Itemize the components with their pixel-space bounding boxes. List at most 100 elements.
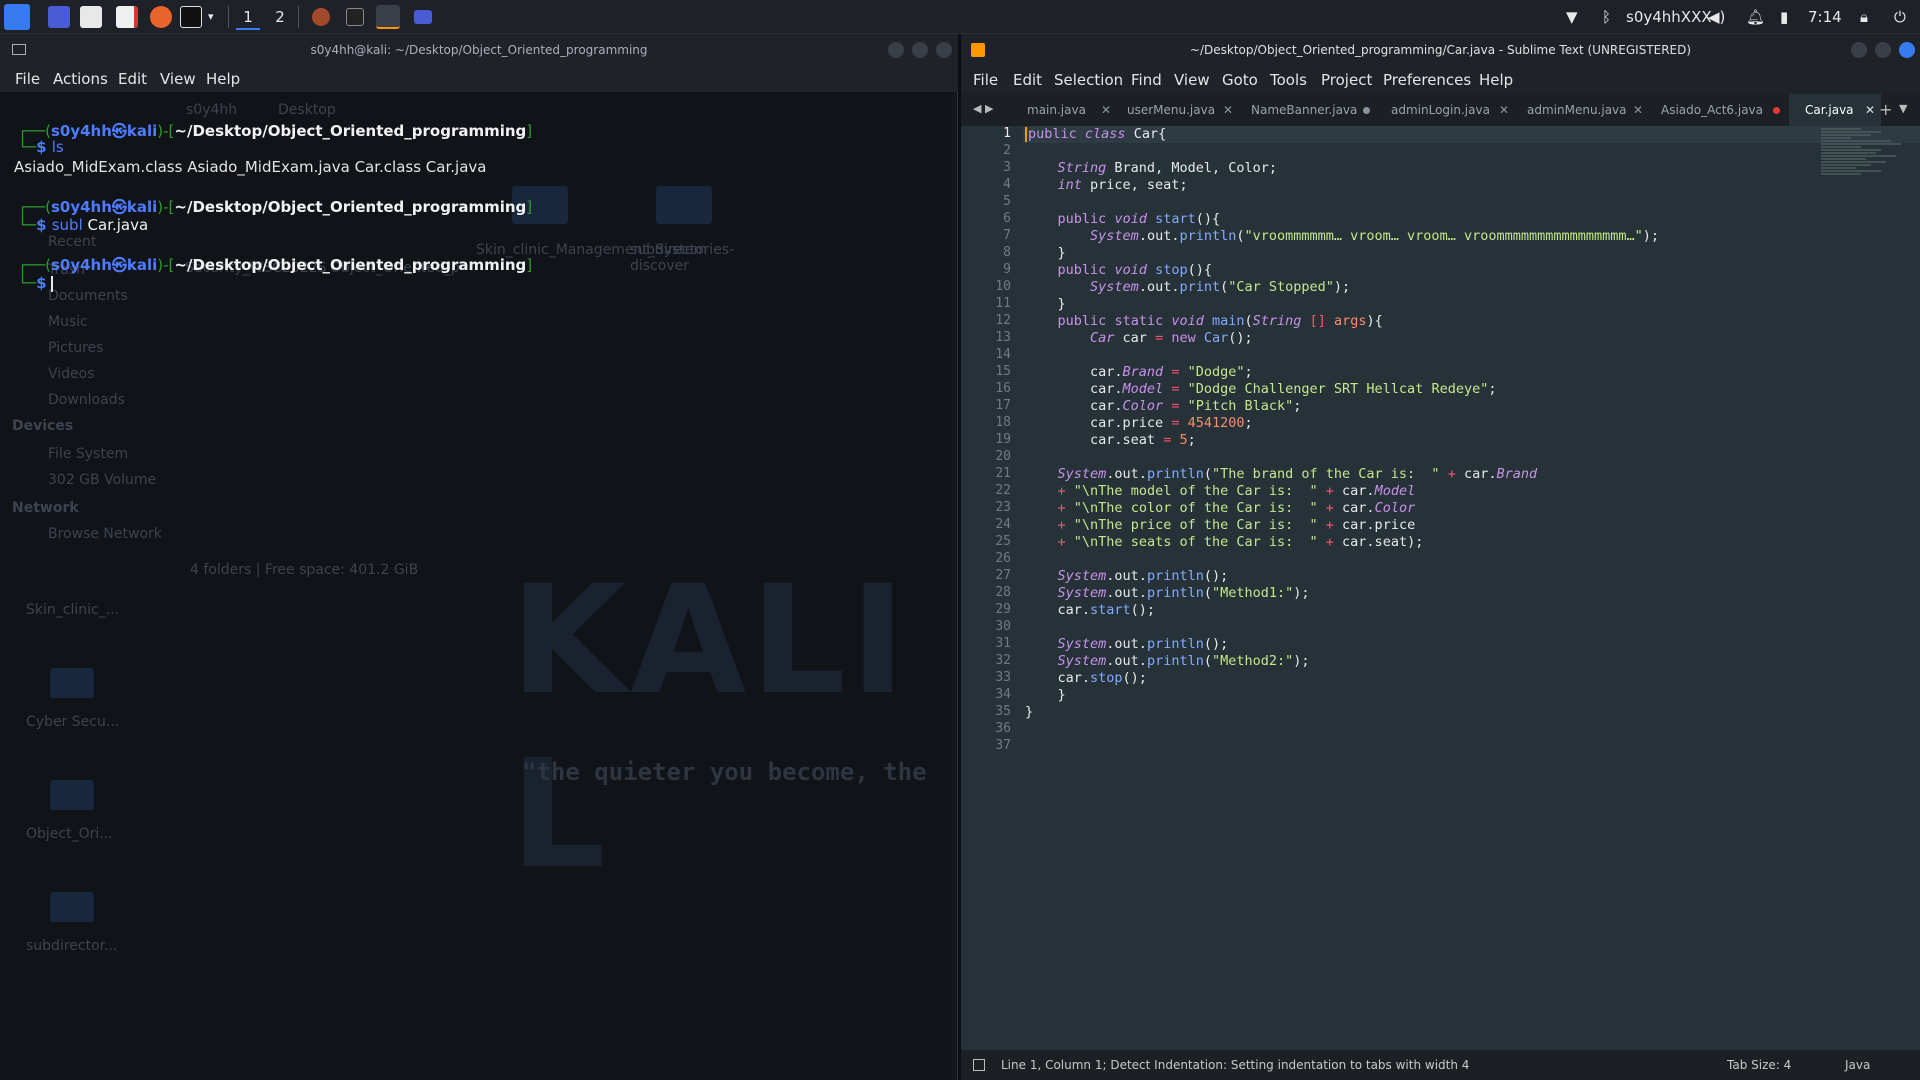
maximize-button[interactable] (1875, 42, 1891, 58)
token: public (1057, 262, 1107, 278)
tab-namebanner-java[interactable]: NameBanner.java (1239, 94, 1379, 126)
token: .out. (1106, 568, 1147, 584)
tab-close-icon[interactable]: ✕ (1101, 94, 1111, 126)
menu-find[interactable]: Find (1131, 71, 1162, 89)
tab-adminlogin-java[interactable]: adminLogin.java ✕ (1379, 94, 1515, 126)
tab-usermenu-java[interactable]: userMenu.java ✕ (1115, 94, 1239, 126)
tab-car-java[interactable]: Car.java ✕ (1789, 94, 1881, 126)
tab-main-java[interactable]: main.java ✕ (1015, 94, 1115, 126)
tab-dirty-icon[interactable] (1773, 107, 1780, 114)
tab-close-icon[interactable]: ✕ (1223, 94, 1233, 126)
tab-nav-right-icon[interactable]: ▶ (985, 102, 993, 115)
status-text: Line 1, Column 1; Detect Indentation: Se… (1001, 1058, 1470, 1072)
terminal-icon[interactable] (180, 6, 202, 28)
minimize-button[interactable] (1851, 42, 1867, 58)
code-editor[interactable]: 1 2 3 4 5 6 7 8 9 10 11 12 13 14 15 16 17 18 19 20 21 22 23 24 2… (961, 126, 1920, 1050)
battery-icon[interactable]: ▮ (1780, 0, 1788, 34)
line-number: 35 (995, 704, 1011, 719)
power-icon[interactable]: ⏻ (1894, 0, 1906, 34)
tab-close-icon[interactable]: ✕ (1499, 94, 1509, 126)
workspace-2[interactable]: 2 (268, 6, 292, 28)
window-task-icon[interactable] (414, 10, 432, 24)
menu-project[interactable]: Project (1321, 71, 1372, 89)
maximize-button[interactable] (912, 42, 928, 58)
menu-preferences[interactable]: Preferences (1383, 71, 1471, 89)
lock-icon[interactable]: 🔒︎ (1860, 0, 1868, 34)
tab-nav-left-icon[interactable]: ◀ (973, 102, 981, 115)
prompt-dollar: $ (36, 274, 47, 292)
panel-toggle-icon[interactable] (973, 1059, 985, 1071)
tab-adminmenu-java[interactable]: adminMenu.java ✕ (1515, 94, 1649, 126)
firefox-icon[interactable] (150, 6, 172, 28)
token: Model (1122, 381, 1164, 397)
line-number: 3 (1003, 160, 1011, 175)
token: ; (1244, 415, 1253, 431)
editor-icon[interactable] (116, 6, 138, 28)
username-label[interactable]: s0y4hhXXX (1626, 0, 1712, 34)
token: main (1212, 313, 1245, 329)
tab-list-chevron-icon[interactable]: ▼ (1899, 102, 1907, 115)
token: + (1057, 517, 1066, 533)
syntax-indicator[interactable]: Java (1845, 1050, 1870, 1080)
kali-logo-wallpaper: KALI L (510, 554, 910, 902)
bell-icon[interactable]: 🔔︎ (1746, 0, 1765, 34)
close-button[interactable] (936, 42, 952, 58)
workspace-1[interactable]: 1 (236, 6, 260, 30)
tab-close-icon[interactable]: ✕ (1865, 94, 1875, 126)
sublime-task-icon[interactable] (376, 5, 400, 29)
menu-file[interactable]: File (15, 70, 40, 88)
desktop-icon[interactable] (48, 6, 70, 28)
menu-help[interactable]: Help (1479, 71, 1513, 89)
new-tab-icon[interactable]: + (1879, 100, 1892, 119)
token: print (1179, 279, 1221, 295)
firefox-task-icon[interactable] (312, 8, 330, 26)
menu-edit[interactable]: Edit (1013, 71, 1042, 89)
terminal-task-icon[interactable] (346, 8, 364, 26)
minimize-button[interactable] (888, 42, 904, 58)
minimap[interactable] (1821, 128, 1911, 198)
menu-goto[interactable]: Goto (1222, 71, 1258, 89)
code-line-35: } (1025, 704, 1033, 720)
token: Car{ (1125, 126, 1167, 142)
command-line[interactable]: └─$ (18, 274, 53, 292)
kali-menu-icon[interactable] (4, 4, 30, 30)
command-text: ls (51, 138, 64, 156)
menu-help[interactable]: Help (206, 70, 240, 88)
tab-dirty-icon[interactable] (1363, 107, 1370, 114)
menu-edit[interactable]: Edit (118, 70, 147, 88)
token: class (1084, 126, 1126, 142)
tab-close-icon[interactable]: ✕ (1633, 94, 1643, 126)
tab-asiado-act6-java[interactable]: Asiado_Act6.java (1649, 94, 1789, 126)
menu-tools[interactable]: Tools (1270, 71, 1307, 89)
line-number: 23 (995, 500, 1011, 515)
prompt-dollar: $ (36, 138, 52, 156)
token: System (1057, 466, 1107, 482)
menu-selection[interactable]: Selection (1054, 71, 1123, 89)
close-button[interactable] (1899, 42, 1915, 58)
token: "Method1:" (1211, 585, 1294, 601)
token: car.seat); (1333, 534, 1424, 550)
code-line-13: Car car = new Car(); (1025, 330, 1253, 346)
token: "Car Stopped" (1228, 279, 1334, 295)
terminal-body[interactable]: s0y4hh Desktop Recent Trash Documents Mu… (0, 92, 952, 1080)
clock[interactable]: 7:14 (1808, 0, 1842, 34)
line-number: 21 (995, 466, 1011, 481)
line-number: 14 (995, 347, 1011, 362)
code-line-6: public void start(){ (1025, 211, 1221, 227)
bluetooth-icon[interactable]: ᛒ (1602, 0, 1611, 34)
token: + (1057, 483, 1066, 499)
tab-label: adminMenu.java (1527, 103, 1627, 117)
ghost-desktop-folder-icon (50, 892, 94, 922)
volume-icon[interactable]: ◀) (1708, 0, 1725, 34)
menu-actions[interactable]: Actions (53, 70, 108, 88)
files-icon[interactable] (80, 6, 102, 28)
wifi-icon[interactable]: ▼ (1566, 0, 1578, 34)
tab-size-indicator[interactable]: Tab Size: 4 (1727, 1050, 1791, 1080)
menu-view[interactable]: View (160, 70, 196, 88)
tab-label: adminLogin.java (1391, 103, 1490, 117)
menu-view[interactable]: View (1174, 71, 1210, 89)
token: System (1057, 585, 1107, 601)
chevron-down-icon[interactable]: ▾ (208, 0, 214, 34)
menu-file[interactable]: File (973, 71, 998, 89)
token: public (1057, 211, 1107, 227)
